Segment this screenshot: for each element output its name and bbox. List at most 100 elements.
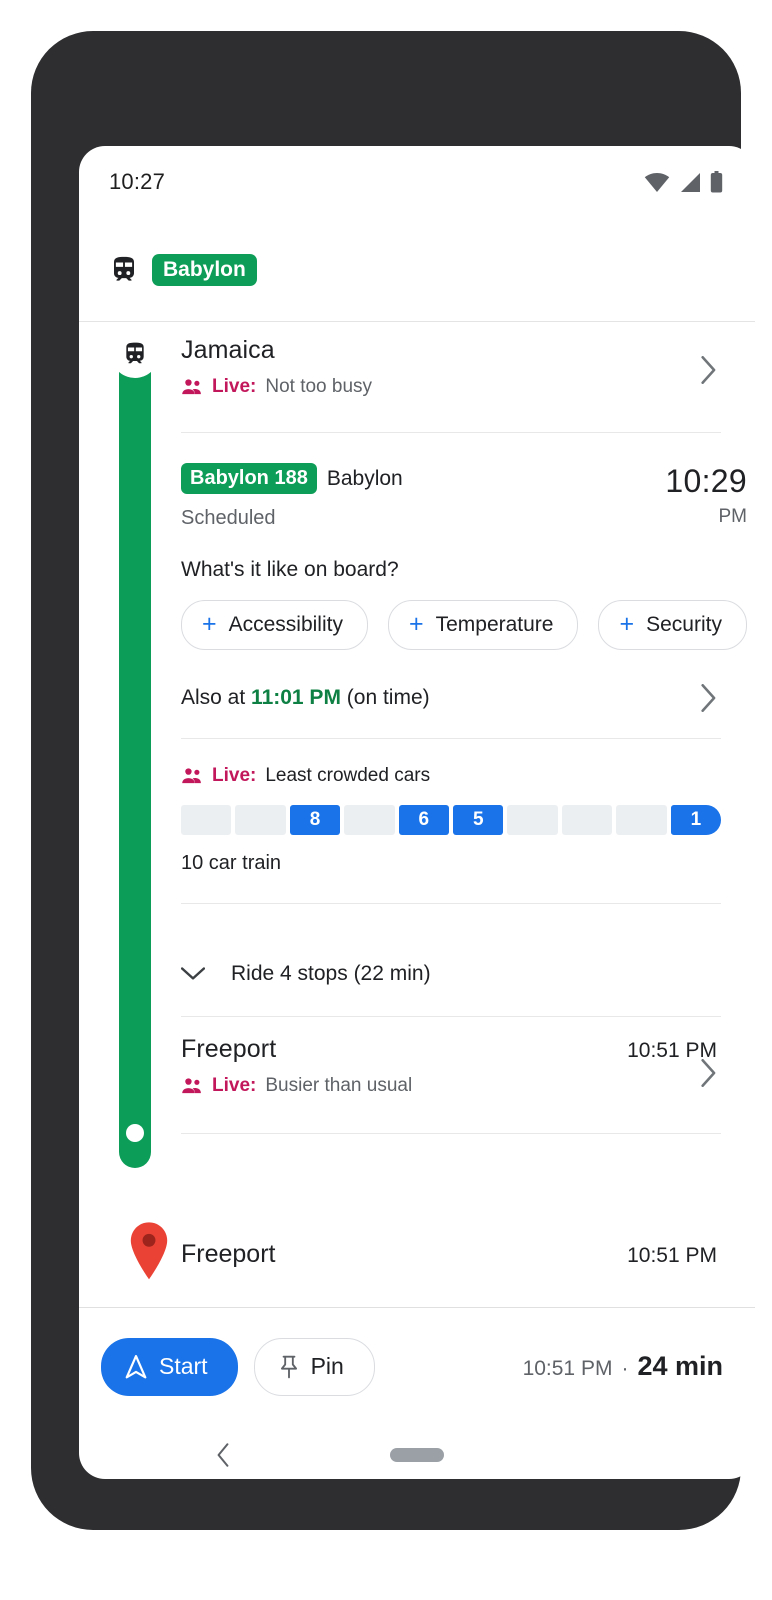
itinerary-list: Jamaica Live: Not too busy Babylon 188 B… — [79, 322, 755, 1307]
car-segment[interactable] — [181, 805, 232, 835]
divider — [181, 903, 721, 904]
start-button[interactable]: Start — [101, 1337, 238, 1396]
ride-stops-toggle[interactable]: Ride 4 stops (22 min) — [181, 932, 755, 1016]
arrival-live-label: Live: — [212, 1075, 257, 1096]
trip-summary: 10:51 PM · 24 min — [523, 1351, 723, 1382]
crowding-block: Live: Least crowded cars 8 6 5 1 10 car … — [181, 739, 755, 904]
car-segment[interactable] — [235, 805, 286, 835]
route-line — [119, 346, 151, 1168]
summary-duration: 24 min — [637, 1351, 723, 1381]
arrival-stop-header: Freeport 10:51 PM — [181, 1035, 755, 1064]
departure-ampm: PM — [718, 506, 748, 527]
onboard-chip-row: + Accessibility + Temperature + Security — [181, 600, 755, 650]
status-bar: 10:27 — [79, 146, 755, 218]
home-pill-icon[interactable] — [390, 1448, 444, 1462]
line-number-badge: Babylon 188 — [181, 463, 317, 494]
car-segment[interactable] — [616, 805, 667, 835]
summary-separator: · — [621, 1357, 629, 1380]
train-car-crowding-chart: 8 6 5 1 — [181, 805, 722, 835]
onboard-question: What's it like on board? — [181, 558, 399, 581]
divider — [181, 1133, 721, 1134]
chip-security[interactable]: + Security — [598, 600, 747, 650]
summary-arrival-time: 10:51 PM — [522, 1357, 613, 1380]
plus-icon: + — [619, 610, 635, 638]
departure-row: Babylon 188 Babylon Scheduled 10:29 PM — [181, 463, 755, 530]
action-bar: Start Pin 10:51 PM · 24 min — [79, 1307, 755, 1425]
route-line-badge: Babylon — [152, 253, 257, 286]
also-at-suffix: (on time) — [340, 686, 430, 709]
origin-train-badge — [111, 330, 159, 378]
chevron-right-icon[interactable] — [701, 684, 717, 712]
departure-status: Scheduled — [181, 507, 276, 529]
origin-live-value: Not too busy — [265, 376, 373, 397]
destination-name: Freeport — [181, 1240, 276, 1268]
chevron-right-icon[interactable] — [701, 356, 717, 384]
chip-accessibility[interactable]: + Accessibility — [181, 600, 368, 650]
crowding-live-value: Least crowded cars — [265, 765, 431, 786]
origin-live-status: Live: Not too busy — [181, 376, 755, 398]
origin-live-label: Live: — [212, 376, 257, 397]
signal-icon — [681, 173, 700, 192]
chip-label: Accessibility — [228, 612, 343, 636]
car-segment[interactable] — [344, 805, 395, 835]
car-segment[interactable] — [507, 805, 558, 835]
plus-icon: + — [408, 610, 424, 638]
car-segment[interactable] — [561, 805, 613, 835]
crowding-live-status: Live: Least crowded cars — [181, 765, 755, 787]
car-segment[interactable]: 1 — [670, 805, 722, 835]
arrival-live-status: Live: Busier than usual — [181, 1075, 755, 1097]
arrival-stop-name: Freeport — [181, 1035, 277, 1063]
departure-info: Babylon 188 Babylon Scheduled — [181, 463, 665, 530]
departure-time-col: 10:29 PM — [665, 463, 755, 528]
departure-time: 10:29 — [665, 463, 747, 499]
start-label: Start — [159, 1353, 208, 1379]
destination-time: 10:51 PM — [627, 1244, 717, 1267]
pin-button[interactable]: Pin — [253, 1337, 375, 1396]
chevron-down-icon — [181, 967, 205, 980]
route-header: Babylon — [79, 218, 755, 322]
destination-row[interactable]: Freeport 10:51 PM — [79, 1202, 755, 1307]
departure-block: Babylon 188 Babylon Scheduled 10:29 PM W… — [181, 433, 755, 739]
people-icon — [182, 1078, 201, 1094]
chip-label: Temperature — [435, 612, 554, 636]
pushpin-icon — [280, 1355, 297, 1378]
chevron-left-icon[interactable] — [216, 1443, 230, 1467]
status-clock: 10:27 — [109, 169, 166, 194]
chip-temperature[interactable]: + Temperature — [387, 600, 579, 650]
status-icons — [644, 171, 723, 193]
train-icon — [126, 342, 144, 364]
ride-stops-label: Ride 4 stops (22 min) — [231, 962, 431, 985]
android-nav-bar — [79, 1425, 755, 1479]
plus-icon: + — [202, 610, 217, 638]
chevron-right-icon[interactable] — [701, 1059, 717, 1087]
crowding-live-label: Live: — [212, 765, 257, 786]
map-pin-icon — [130, 1222, 168, 1280]
departure-headsign: Babylon — [326, 466, 403, 490]
wifi-icon — [644, 173, 670, 192]
chip-label: Security — [646, 612, 722, 636]
navigation-arrow-icon — [125, 1354, 147, 1378]
route-line-end-dot — [126, 1124, 144, 1142]
car-segment[interactable]: 8 — [289, 805, 341, 835]
phone-frame: 10:27 Babylon Jamaica Live: Not too busy… — [31, 31, 755, 1530]
divider — [181, 738, 721, 739]
people-icon — [182, 379, 201, 395]
people-icon — [182, 768, 201, 784]
train-icon — [114, 256, 134, 281]
battery-icon — [710, 171, 723, 193]
origin-stop-name: Jamaica — [181, 336, 275, 364]
phone-screen: 10:27 Babylon Jamaica Live: Not too busy… — [79, 146, 755, 1479]
pin-label: Pin — [310, 1353, 344, 1379]
car-count-label: 10 car train — [181, 852, 282, 874]
also-at-row[interactable]: Also at 11:01 PM (on time) — [181, 684, 755, 738]
car-segment[interactable]: 5 — [453, 805, 504, 835]
destination-texts: Freeport 10:51 PM — [181, 1240, 717, 1269]
arrival-stop-row[interactable]: Freeport 10:51 PM Live: Busier than usua… — [181, 1017, 755, 1134]
arrival-live-value: Busier than usual — [265, 1075, 413, 1096]
itinerary-content: Jamaica Live: Not too busy Babylon 188 B… — [181, 322, 755, 1134]
also-at-time: 11:01 PM — [251, 686, 341, 709]
line-chip-row: Babylon 188 Babylon — [181, 463, 665, 494]
origin-stop-row[interactable]: Jamaica Live: Not too busy — [181, 322, 755, 433]
also-at-prefix: Also at — [181, 686, 252, 709]
car-segment[interactable]: 6 — [398, 805, 450, 835]
